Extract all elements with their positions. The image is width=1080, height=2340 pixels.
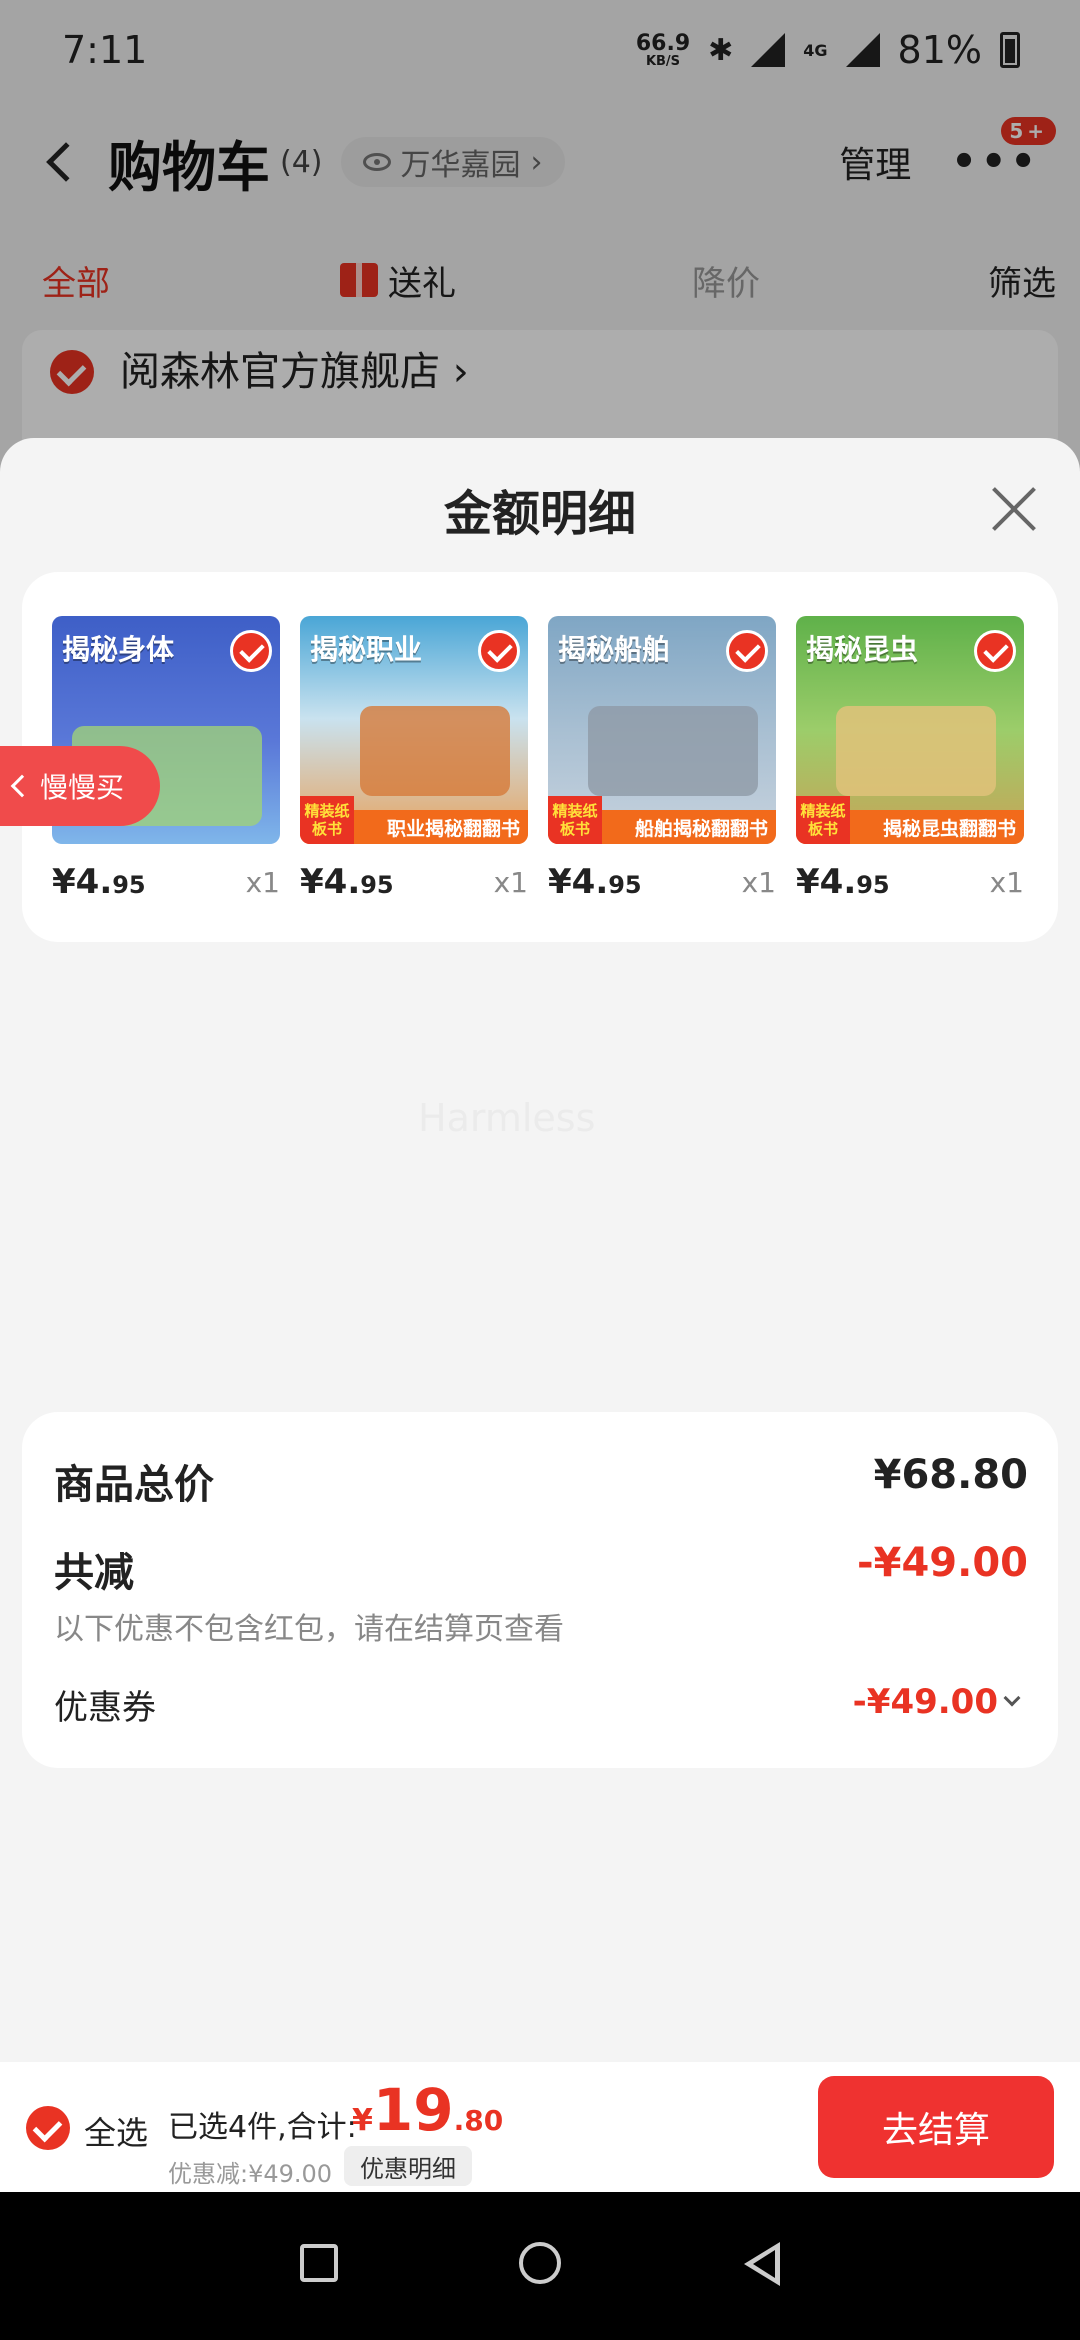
item-price: ¥4.95 — [548, 862, 642, 902]
system-nav-bar — [0, 2192, 1080, 2340]
total-label: 商品总价 — [54, 1462, 214, 1508]
chevron-left-icon — [10, 774, 34, 798]
selected-count-text: 已选4件,合计: — [168, 2110, 357, 2145]
item-price: ¥4.95 — [300, 862, 394, 902]
item-quantity: x1 — [741, 866, 776, 899]
close-icon[interactable] — [990, 484, 1038, 532]
discount-label: 共减 — [54, 1550, 134, 1596]
cover-tag: 精装纸板书 — [548, 796, 602, 844]
item-check-icon[interactable] — [974, 630, 1016, 672]
discount-detail-button[interactable]: 优惠明细 — [344, 2146, 472, 2186]
back-icon[interactable] — [744, 2242, 780, 2286]
slow-buy-label: 慢慢买 — [40, 771, 125, 804]
checkout-bar: 全选 已选4件,合计: ¥ 19 .80 优惠减:¥49.00 优惠明细 去结算 — [0, 2062, 1080, 2192]
item-check-icon[interactable] — [478, 630, 520, 672]
total-value: ¥68.80 — [873, 1452, 1028, 1498]
cover-title: 揭秘昆虫 — [806, 633, 919, 666]
cover-title: 揭秘职业 — [310, 633, 423, 666]
cover-title: 揭秘船舶 — [558, 633, 671, 666]
select-all-label[interactable]: 全选 — [84, 2108, 148, 2154]
discount-note: 以下优惠不包含红包，请在结算页查看 — [54, 1612, 564, 1647]
item-check-icon[interactable] — [726, 630, 768, 672]
item-quantity: x1 — [245, 866, 280, 899]
checkout-button[interactable]: 去结算 — [818, 2076, 1054, 2178]
recents-icon[interactable] — [300, 2244, 338, 2282]
cover-art — [836, 706, 996, 796]
item-price: ¥4.95 — [52, 862, 146, 902]
discount-value: -¥49.00 — [857, 1540, 1028, 1586]
coupon-label: 优惠券 — [54, 1688, 156, 1728]
watermark: Harmless — [418, 1096, 596, 1140]
total-amount: ¥ 19 .80 — [352, 2076, 504, 2144]
amount-detail-sheet: 金额明细 揭秘身体 ¥4.95 x1 揭秘职业 职业揭秘翻翻书 精装纸板书 ¥4… — [0, 438, 1080, 2062]
cover-title: 揭秘身体 — [62, 633, 175, 666]
slow-buy-button[interactable]: 慢慢买 — [0, 746, 160, 826]
chevron-down-icon — [1003, 1689, 1021, 1707]
cover-tag: 精装纸板书 — [796, 796, 850, 844]
coupon-value: -¥49.00 — [852, 1682, 998, 1722]
price-summary-card: 商品总价 ¥68.80 共减 -¥49.00 以下优惠不包含红包，请在结算页查看… — [22, 1412, 1058, 1768]
cover-art — [360, 706, 510, 796]
cover-tag: 精装纸板书 — [300, 796, 354, 844]
coupon-row-toggle[interactable]: -¥49.00 — [852, 1682, 1021, 1722]
sheet-title: 金额明细 — [443, 486, 636, 542]
items-card: 揭秘身体 ¥4.95 x1 揭秘职业 职业揭秘翻翻书 精装纸板书 ¥4.95 x… — [22, 572, 1058, 942]
item-quantity: x1 — [493, 866, 528, 899]
item-check-icon[interactable] — [230, 630, 272, 672]
item-price: ¥4.95 — [796, 862, 890, 902]
select-all-check-icon[interactable] — [26, 2106, 70, 2150]
cover-art — [588, 706, 758, 796]
item-quantity: x1 — [989, 866, 1024, 899]
home-icon[interactable] — [519, 2242, 561, 2284]
discount-summary: 优惠减:¥49.00 — [168, 2160, 333, 2188]
